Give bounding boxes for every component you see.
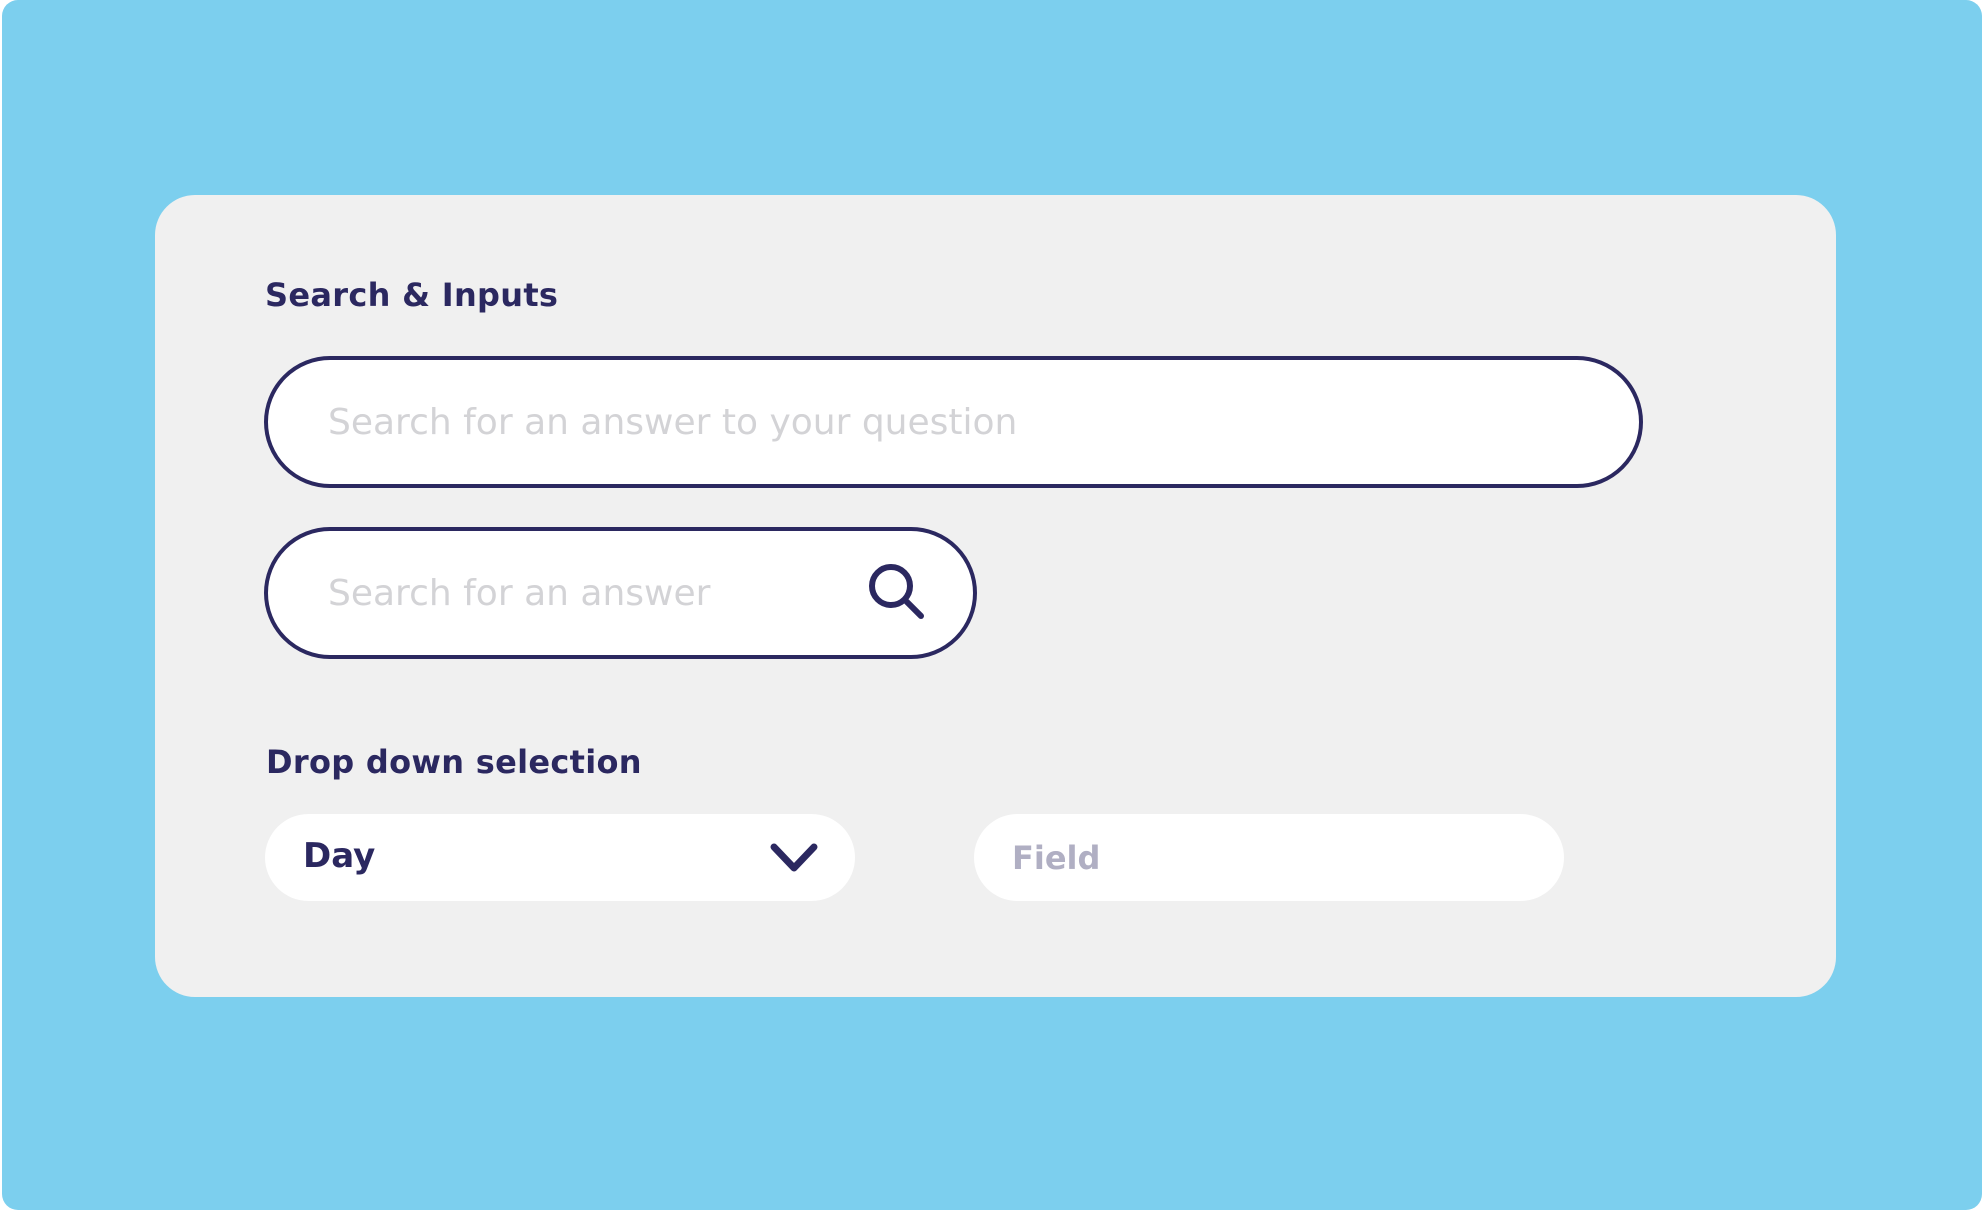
dropdown-selected-value: Day: [303, 836, 376, 876]
chevron-down-icon: [770, 843, 818, 872]
search-input-wide[interactable]: [328, 360, 1568, 484]
components-card: Search & Inputs Drop down selection Day: [155, 195, 1836, 997]
day-dropdown[interactable]: Day: [265, 814, 855, 901]
search-button[interactable]: [863, 558, 933, 628]
dropdown-section-title: Drop down selection: [266, 743, 642, 781]
field-input[interactable]: [1012, 814, 1522, 901]
field-input-container: [974, 814, 1564, 901]
search-bar-with-icon: [264, 527, 977, 659]
search-icon: [869, 564, 924, 619]
search-bar-wide: [264, 356, 1643, 488]
page-background: Search & Inputs Drop down selection Day: [2, 0, 1982, 1210]
search-section-title: Search & Inputs: [265, 276, 559, 314]
search-input-narrow[interactable]: [328, 531, 848, 655]
